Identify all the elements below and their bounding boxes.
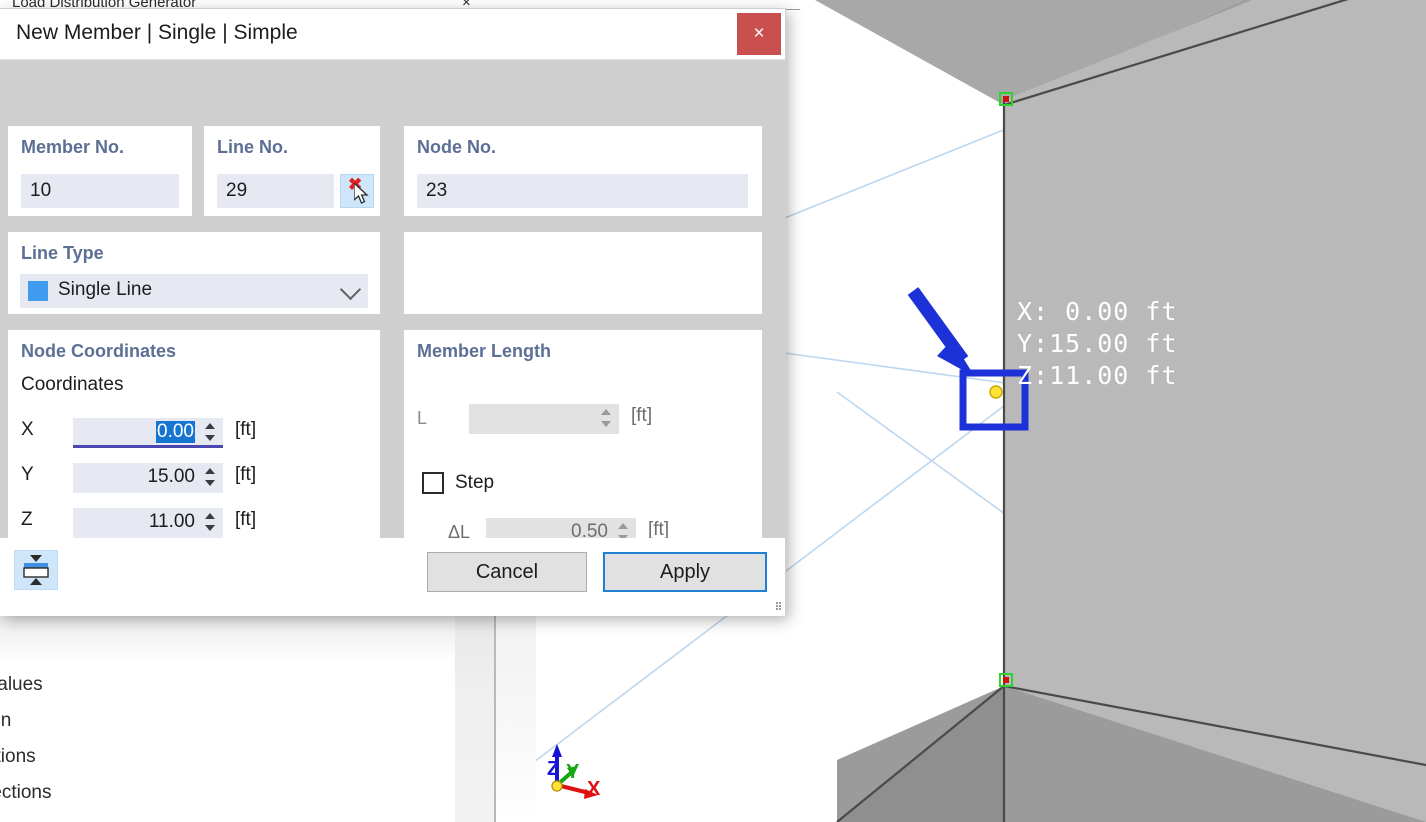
member-length-label: Member Length: [417, 341, 762, 362]
length-spinner[interactable]: [601, 407, 613, 431]
dialog-footer: Cancel Apply: [0, 538, 785, 616]
length-input[interactable]: [469, 404, 619, 434]
panel-splitter-right: [496, 600, 536, 822]
mouse-cursor-icon: [354, 183, 374, 207]
expand-collapse-icon[interactable]: [14, 550, 58, 590]
axis-label-x: X: [21, 419, 43, 441]
axis-label-y: Y: [566, 761, 579, 784]
z-unit-label: [ft]: [235, 509, 256, 531]
axis-label-z: Z: [547, 758, 559, 781]
spinner-up-icon[interactable]: [618, 523, 628, 529]
y-unit-label: [ft]: [235, 464, 256, 486]
axis-label-x: X: [587, 778, 600, 801]
line-no-label: Line No.: [217, 137, 380, 158]
list-item[interactable]: fections: [0, 782, 51, 804]
line-color-swatch: [28, 281, 48, 301]
member-no-group: Member No. 10: [8, 126, 192, 216]
apply-button[interactable]: Apply: [603, 552, 767, 592]
annotation-arrow: [913, 291, 975, 377]
coordinates-sub-label: Coordinates: [21, 374, 123, 396]
line-no-group: Line No. 29 ✖: [204, 126, 380, 216]
expand-collapse-glyph: [15, 551, 57, 589]
member-no-label: Member No.: [21, 137, 192, 158]
chevron-down-icon: [340, 279, 361, 300]
list-item[interactable]: ctions: [0, 746, 36, 768]
dialog-title: New Member | Single | Simple: [16, 21, 298, 45]
x-spinner[interactable]: [205, 421, 217, 445]
line-no-input[interactable]: 29: [217, 174, 334, 208]
node-coordinates-label: Node Coordinates: [21, 341, 380, 362]
node-coordinates-group: Node Coordinates Coordinates X 0.00 [ft]…: [8, 330, 380, 562]
axis-label-z: Z: [21, 509, 43, 531]
empty-group: [404, 232, 762, 314]
step-checkbox[interactable]: [422, 472, 444, 494]
list-item[interactable]: ion: [0, 710, 11, 732]
resize-grip-icon[interactable]: [770, 602, 780, 612]
spinner-down-icon[interactable]: [205, 525, 215, 531]
dialog-titlebar[interactable]: New Member | Single | Simple ×: [0, 9, 785, 60]
spinner-up-icon[interactable]: [205, 513, 215, 519]
x-unit-label: [ft]: [235, 419, 256, 441]
y-coordinate-value: 15.00: [147, 466, 195, 488]
z-coordinate-input[interactable]: 11.00: [73, 508, 223, 538]
line-type-select[interactable]: Single Line: [20, 274, 368, 308]
axis-label-y: Y: [21, 464, 43, 486]
node-no-input[interactable]: 23: [417, 174, 748, 208]
z-coordinate-value: 11.00: [149, 511, 195, 533]
member-length-group: Member Length L [ft] Step: [404, 330, 762, 562]
screen: X: 0.00 ft Y:15.00 ft Z:11.00 ft Z Y X o…: [0, 0, 1426, 822]
panel-splitter[interactable]: [455, 600, 497, 822]
z-spinner[interactable]: [205, 511, 217, 535]
background-tree-panel[interactable]: on Values ion ctions fections: [0, 600, 460, 822]
list-item[interactable]: Values: [0, 674, 43, 696]
spinner-up-icon[interactable]: [205, 468, 215, 474]
y-coordinate-input[interactable]: 15.00: [73, 463, 223, 493]
close-icon[interactable]: ×: [737, 13, 781, 55]
length-field-label: L: [417, 408, 427, 429]
cancel-button[interactable]: Cancel: [427, 552, 587, 592]
spinner-up-icon[interactable]: [205, 423, 215, 429]
y-spinner[interactable]: [205, 466, 217, 490]
snap-node-marker: [990, 386, 1002, 398]
spinner-down-icon[interactable]: [205, 480, 215, 486]
new-member-dialog: New Member | Single | Simple × Member No…: [0, 8, 786, 616]
node-no-group: Node No. 23: [404, 126, 762, 216]
node-no-label: Node No.: [417, 137, 762, 158]
length-unit-label: [ft]: [631, 405, 652, 427]
step-label: Step: [455, 472, 494, 494]
dialog-body: Member No. 10 Line No. 29 ✖ Node No. 23: [0, 60, 785, 538]
step-checkbox-row[interactable]: Step: [422, 472, 494, 494]
line-type-label: Line Type: [21, 243, 380, 264]
x-coordinate-value: 0.00: [156, 421, 195, 443]
spinner-down-icon[interactable]: [601, 421, 611, 427]
clear-line-button[interactable]: ✖: [340, 174, 374, 208]
line-type-value: Single Line: [58, 279, 152, 301]
member-no-input[interactable]: 10: [21, 174, 179, 208]
spinner-down-icon[interactable]: [205, 435, 215, 441]
x-coordinate-input[interactable]: 0.00: [73, 418, 223, 448]
spinner-up-icon[interactable]: [601, 409, 611, 415]
line-type-group: Line Type Single Line: [8, 232, 380, 314]
